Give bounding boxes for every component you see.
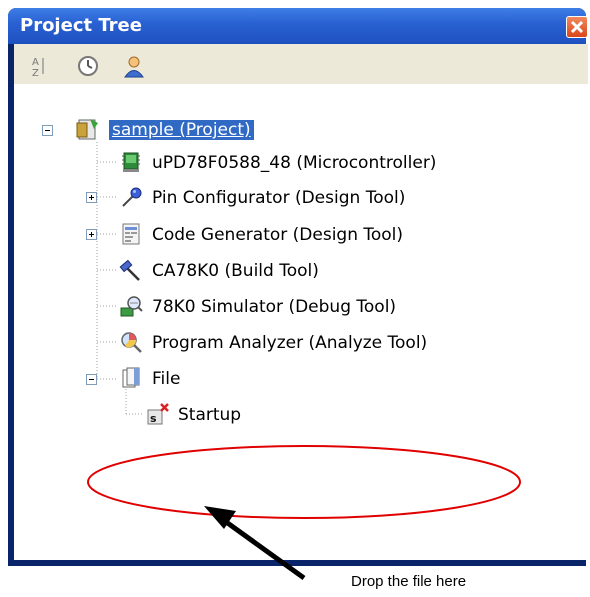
microcontroller-icon xyxy=(122,152,140,172)
svg-text:s: s xyxy=(150,412,157,425)
root-collapse-toggle[interactable] xyxy=(42,125,53,136)
clock-icon[interactable] xyxy=(76,54,100,78)
tree-item-startup[interactable]: Startup xyxy=(178,405,241,425)
title-bar: Project Tree xyxy=(8,8,588,44)
tree-item-program-analyzer[interactable]: Program Analyzer (Analyze Tool) xyxy=(152,333,427,353)
close-icon xyxy=(570,20,584,34)
pin-configurator-expand-toggle[interactable] xyxy=(86,192,97,203)
hammer-icon xyxy=(119,259,140,281)
tree-item-code-generator[interactable]: Code Generator (Design Tool) xyxy=(152,225,403,245)
svg-text:A: A xyxy=(32,57,39,68)
simulator-icon xyxy=(120,296,143,317)
toolbar: A Z xyxy=(14,44,588,84)
code-generator-expand-toggle[interactable] xyxy=(86,229,97,240)
analyzer-icon xyxy=(121,332,142,353)
startup-file-icon: s xyxy=(147,403,169,425)
file-collapse-toggle[interactable] xyxy=(86,374,97,385)
window-title: Project Tree xyxy=(20,15,142,36)
tree-item-pin-configurator[interactable]: Pin Configurator (Design Tool) xyxy=(152,188,405,208)
close-button[interactable] xyxy=(566,16,588,38)
folder-icon xyxy=(122,367,140,388)
tree-item-simulator[interactable]: 78K0 Simulator (Debug Tool) xyxy=(152,297,396,317)
svg-text:Z: Z xyxy=(32,68,39,78)
tree-item-file[interactable]: File xyxy=(152,369,180,389)
pin-configurator-icon xyxy=(122,187,142,207)
project-icon xyxy=(76,119,98,140)
sort-alpha-icon[interactable]: A Z xyxy=(28,54,52,78)
tree-view[interactable]: sample (Project) uPD78F0588_48 (Microcon… xyxy=(14,84,588,560)
tree-item-build-tool[interactable]: CA78K0 (Build Tool) xyxy=(152,261,319,281)
user-icon[interactable] xyxy=(122,54,146,78)
tree-item-microcontroller[interactable]: uPD78F0588_48 (Microcontroller) xyxy=(152,153,436,173)
code-generator-icon xyxy=(122,223,140,245)
drop-hint-text: Drop the file here xyxy=(351,573,467,590)
project-tree-window: Project Tree A Z sample (Project) uPD78F… xyxy=(8,8,588,566)
tree-root-project[interactable]: sample (Project) xyxy=(109,120,254,140)
